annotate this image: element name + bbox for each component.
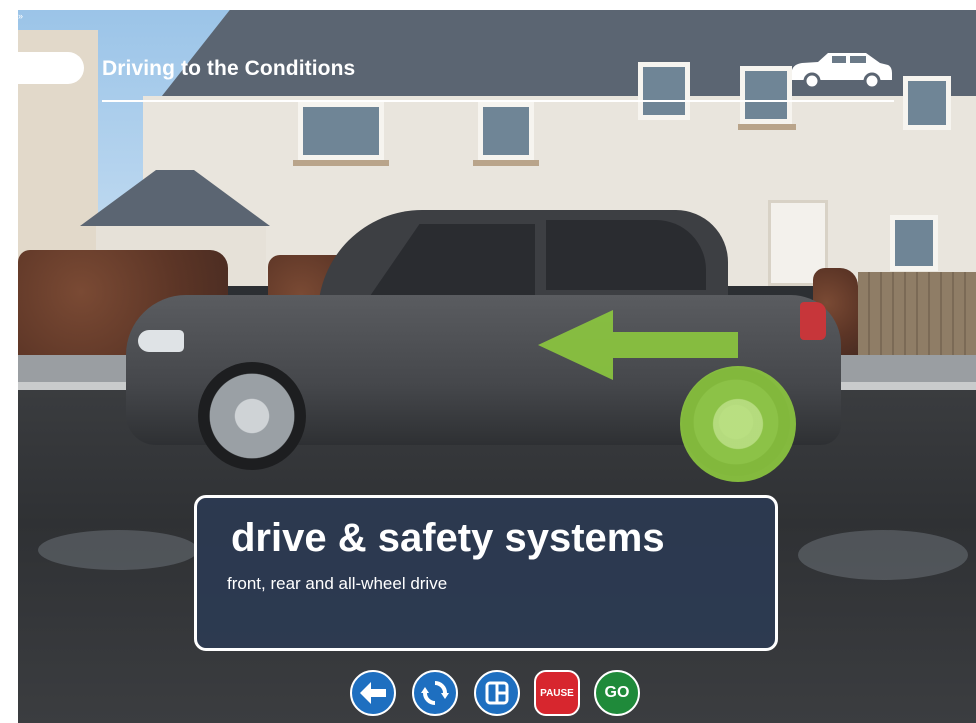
page-title: Driving to the Conditions (102, 57, 356, 80)
menu-button[interactable] (474, 670, 520, 716)
house-window (903, 76, 951, 130)
video-stage: » Driving to the Conditions drive & safe… (18, 10, 976, 723)
info-card: drive & safety systems front, rear and a… (194, 495, 778, 651)
house-window (478, 102, 534, 160)
go-button[interactable]: GO (594, 670, 640, 716)
expand-icon[interactable]: » (18, 10, 30, 22)
puddle (38, 530, 198, 570)
pause-label: PAUSE (540, 687, 574, 699)
front-wheel (198, 362, 306, 470)
drive-direction-arrow-icon (538, 310, 738, 380)
window-sill (738, 124, 796, 130)
window-grid-icon (485, 681, 509, 705)
car-icon (792, 53, 892, 90)
house-window (638, 62, 690, 120)
go-label: GO (604, 684, 630, 701)
menu-tab-button[interactable] (18, 52, 84, 84)
fence (858, 272, 976, 355)
window-sill (293, 160, 389, 166)
arrow-left-icon (360, 682, 386, 704)
replay-button[interactable] (412, 670, 458, 716)
car-rear-window (546, 220, 706, 290)
car-headlight (138, 330, 184, 352)
card-heading: drive & safety systems (231, 516, 665, 560)
back-button[interactable] (350, 670, 396, 716)
house-window (890, 215, 938, 271)
window-sill (473, 160, 539, 166)
title-divider (102, 100, 894, 102)
house-window (740, 66, 792, 124)
highlighted-rear-wheel (680, 366, 796, 482)
puddle (798, 530, 968, 580)
refresh-icon (421, 681, 449, 705)
car-taillight (800, 302, 826, 340)
card-subheading: front, rear and all-wheel drive (227, 574, 448, 593)
pause-button[interactable]: PAUSE (534, 670, 580, 716)
house-window (298, 102, 384, 160)
